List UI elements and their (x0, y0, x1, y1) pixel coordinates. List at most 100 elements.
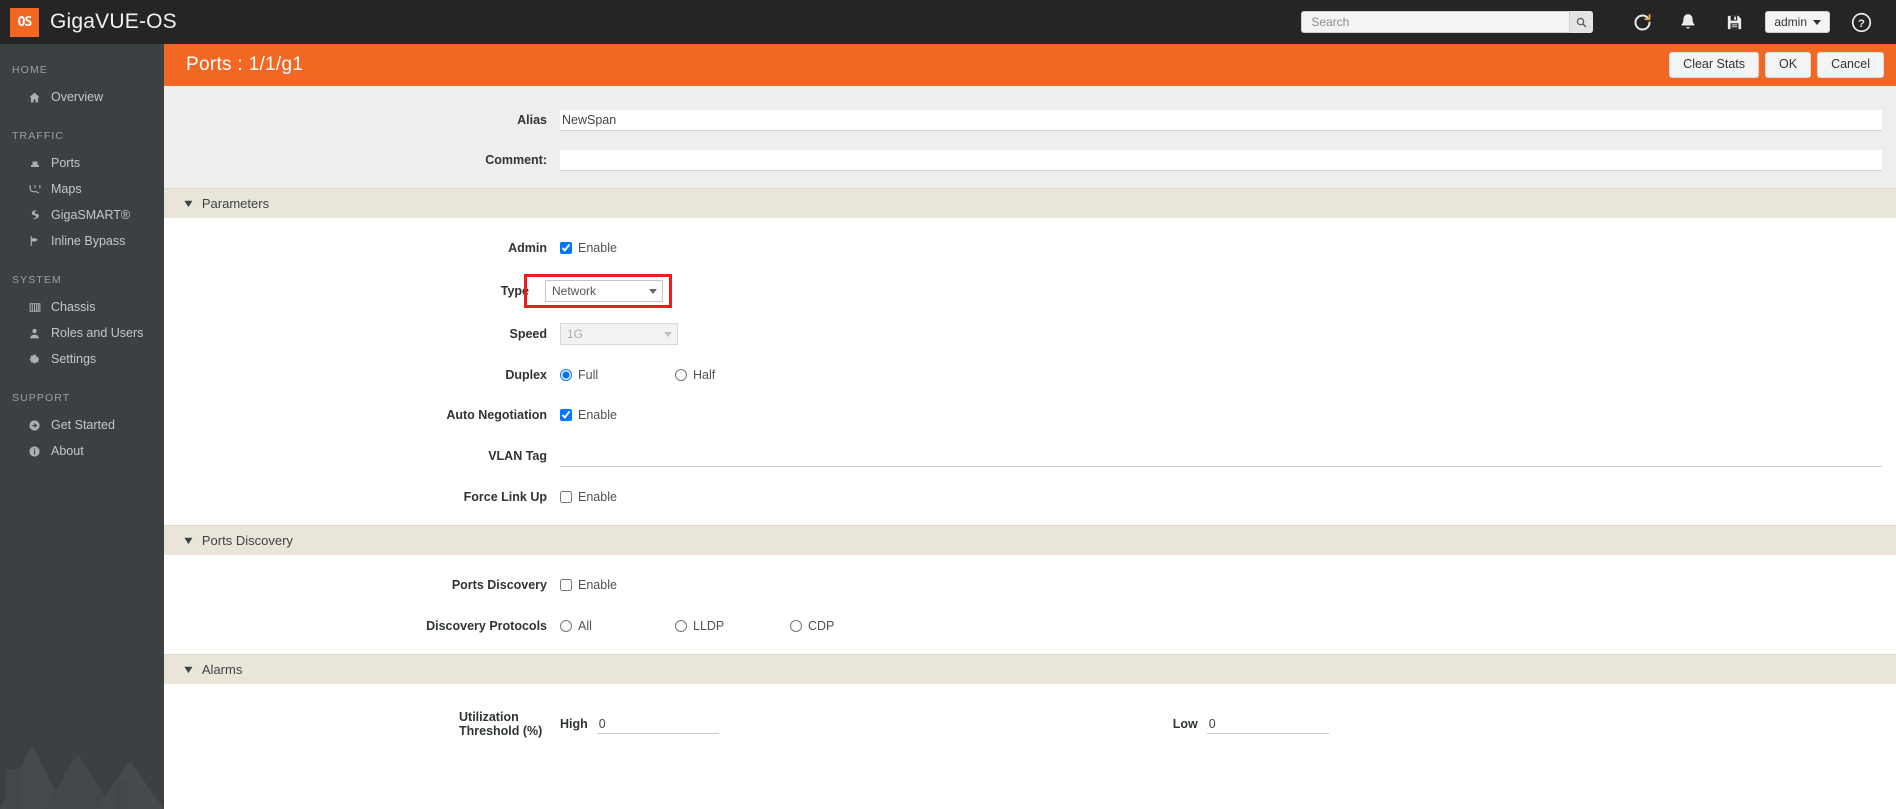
search-box (1301, 11, 1594, 33)
alias-row: Alias (164, 106, 1896, 134)
sidebar-item-get-started[interactable]: Get Started (0, 412, 164, 438)
alarms-section-header[interactable]: ▼ Alarms (164, 654, 1896, 684)
brand: OS GigaVUE-OS (0, 7, 177, 37)
comment-input[interactable] (560, 149, 1882, 171)
ok-button[interactable]: OK (1765, 52, 1812, 78)
discovery-protocol-all: All (560, 619, 675, 633)
alias-label: Alias (517, 113, 547, 127)
gigasmart-icon (27, 208, 42, 222)
user-menu-label: admin (1774, 15, 1807, 29)
maps-icon (27, 183, 42, 196)
user-icon (27, 327, 42, 340)
force-link-up-checkbox[interactable] (560, 491, 572, 503)
logo-text: OS (17, 14, 33, 30)
utilization-high-input[interactable] (596, 714, 719, 734)
duplex-full-label: Full (578, 368, 599, 382)
type-select[interactable]: Network (545, 280, 663, 302)
sidebar-item-settings[interactable]: Settings (0, 346, 164, 372)
admin-label: Admin (508, 241, 547, 255)
sidebar-item-label: Roles and Users (51, 326, 144, 340)
discovery-protocol-cdp: CDP (790, 619, 905, 633)
discovery-all-label: All (578, 619, 592, 633)
save-icon (1727, 15, 1741, 29)
parameters-section-header[interactable]: ▼ Parameters (164, 188, 1896, 218)
page-header: Ports : 1/1/g1 Clear Stats OK Cancel (164, 44, 1896, 86)
discovery-lldp-label: LLDP (693, 619, 725, 633)
discovery-protocols-label: Discovery Protocols (426, 619, 547, 633)
top-bar-actions: admin ? (1301, 0, 1896, 44)
alias-input[interactable] (560, 109, 1882, 131)
discovery-all-radio[interactable] (560, 620, 572, 632)
refresh-button[interactable] (1619, 0, 1665, 44)
discovery-protocols-row: Discovery Protocols All LLDP CDP (164, 612, 1896, 640)
search-input[interactable] (1301, 11, 1594, 33)
vlan-tag-input[interactable] (560, 445, 1882, 467)
duplex-label: Duplex (505, 368, 547, 382)
utilization-low-input[interactable] (1206, 714, 1329, 734)
sidebar-group-support: SUPPORT Get Started About (0, 392, 164, 464)
chevron-down-icon (1813, 19, 1821, 25)
search-icon (1577, 17, 1587, 27)
ports-discovery-row: Ports Discovery Enable (164, 571, 1896, 599)
arrow-circle-icon (27, 419, 42, 432)
sidebar-item-label: Maps (51, 182, 82, 196)
search-button[interactable] (1569, 11, 1594, 33)
discovery-protocol-lldp: LLDP (675, 619, 790, 633)
duplex-half-radio[interactable] (675, 369, 687, 381)
parameters-section-body: Admin Enable Type Network Speed 1G Duple… (164, 218, 1896, 525)
home-icon (27, 91, 42, 104)
sidebar-group-label-home: HOME (12, 64, 48, 76)
sidebar-item-label: Overview (51, 90, 104, 104)
info-icon (27, 445, 42, 458)
help-icon: ? (1851, 12, 1871, 32)
type-highlight-box: Network (524, 274, 672, 308)
ports-discovery-checkbox[interactable] (560, 579, 572, 591)
parameters-section-title: Parameters (201, 196, 270, 211)
sidebar-item-maps[interactable]: Maps (0, 176, 164, 202)
sidebar-item-label: Chassis (51, 300, 96, 314)
ports-discovery-option: Enable (560, 578, 617, 592)
admin-enable-checkbox[interactable] (560, 242, 572, 254)
sidebar-item-about[interactable]: About (0, 438, 164, 464)
identity-fields: Alias Comment: (164, 86, 1896, 188)
comment-label: Comment: (485, 153, 547, 167)
sidebar-group-home: HOME Overview (0, 64, 164, 110)
auto-negotiation-enable-label: Enable (578, 408, 617, 422)
sidebar-item-inline-bypass[interactable]: Inline Bypass (0, 228, 164, 254)
sidebar-item-chassis[interactable]: Chassis (0, 294, 164, 320)
clear-stats-button[interactable]: Clear Stats (1669, 52, 1760, 78)
ports-discovery-section-header[interactable]: ▼ Ports Discovery (164, 525, 1896, 555)
sidebar-item-ports[interactable]: Ports (0, 150, 164, 176)
force-link-up-enable-label: Enable (578, 490, 617, 504)
discovery-lldp-radio[interactable] (675, 620, 687, 632)
auto-negotiation-option: Enable (560, 408, 617, 422)
cancel-button[interactable]: Cancel (1817, 52, 1884, 78)
force-link-up-label: Force Link Up (463, 490, 547, 504)
sidebar-group-system: SYSTEM Chassis Roles and Users Settings (0, 274, 164, 372)
sidebar-item-label: Ports (51, 156, 81, 170)
main-content: Ports : 1/1/g1 Clear Stats OK Cancel Ali… (164, 44, 1896, 809)
sidebar-group-label-system: SYSTEM (12, 274, 62, 286)
help-button[interactable]: ? (1838, 0, 1884, 44)
svg-text:?: ? (1858, 17, 1865, 29)
duplex-full-radio[interactable] (560, 369, 572, 381)
user-menu-button[interactable]: admin (1765, 11, 1830, 33)
speed-select-value: 1G (567, 327, 584, 341)
bell-icon (1681, 14, 1695, 29)
auto-negotiation-checkbox[interactable] (560, 409, 572, 421)
sidebar-group-label-support: SUPPORT (12, 392, 71, 404)
admin-option: Enable (560, 241, 617, 255)
inline-bypass-icon (27, 234, 42, 248)
sidebar-item-roles-and-users[interactable]: Roles and Users (0, 320, 164, 346)
sidebar-item-overview[interactable]: Overview (0, 84, 164, 110)
notifications-button[interactable] (1665, 0, 1711, 44)
type-label: Type (500, 284, 529, 298)
vlan-tag-label: VLAN Tag (488, 449, 547, 463)
vlan-tag-row: VLAN Tag (164, 442, 1896, 470)
force-link-up-option: Enable (560, 490, 617, 504)
sidebar-item-gigasmart[interactable]: GigaSMART® (0, 202, 164, 228)
discovery-cdp-radio[interactable] (790, 620, 802, 632)
save-button[interactable] (1711, 0, 1757, 44)
page-header-actions: Clear Stats OK Cancel (1669, 52, 1884, 78)
brand-name: GigaVUE-OS (50, 10, 177, 33)
